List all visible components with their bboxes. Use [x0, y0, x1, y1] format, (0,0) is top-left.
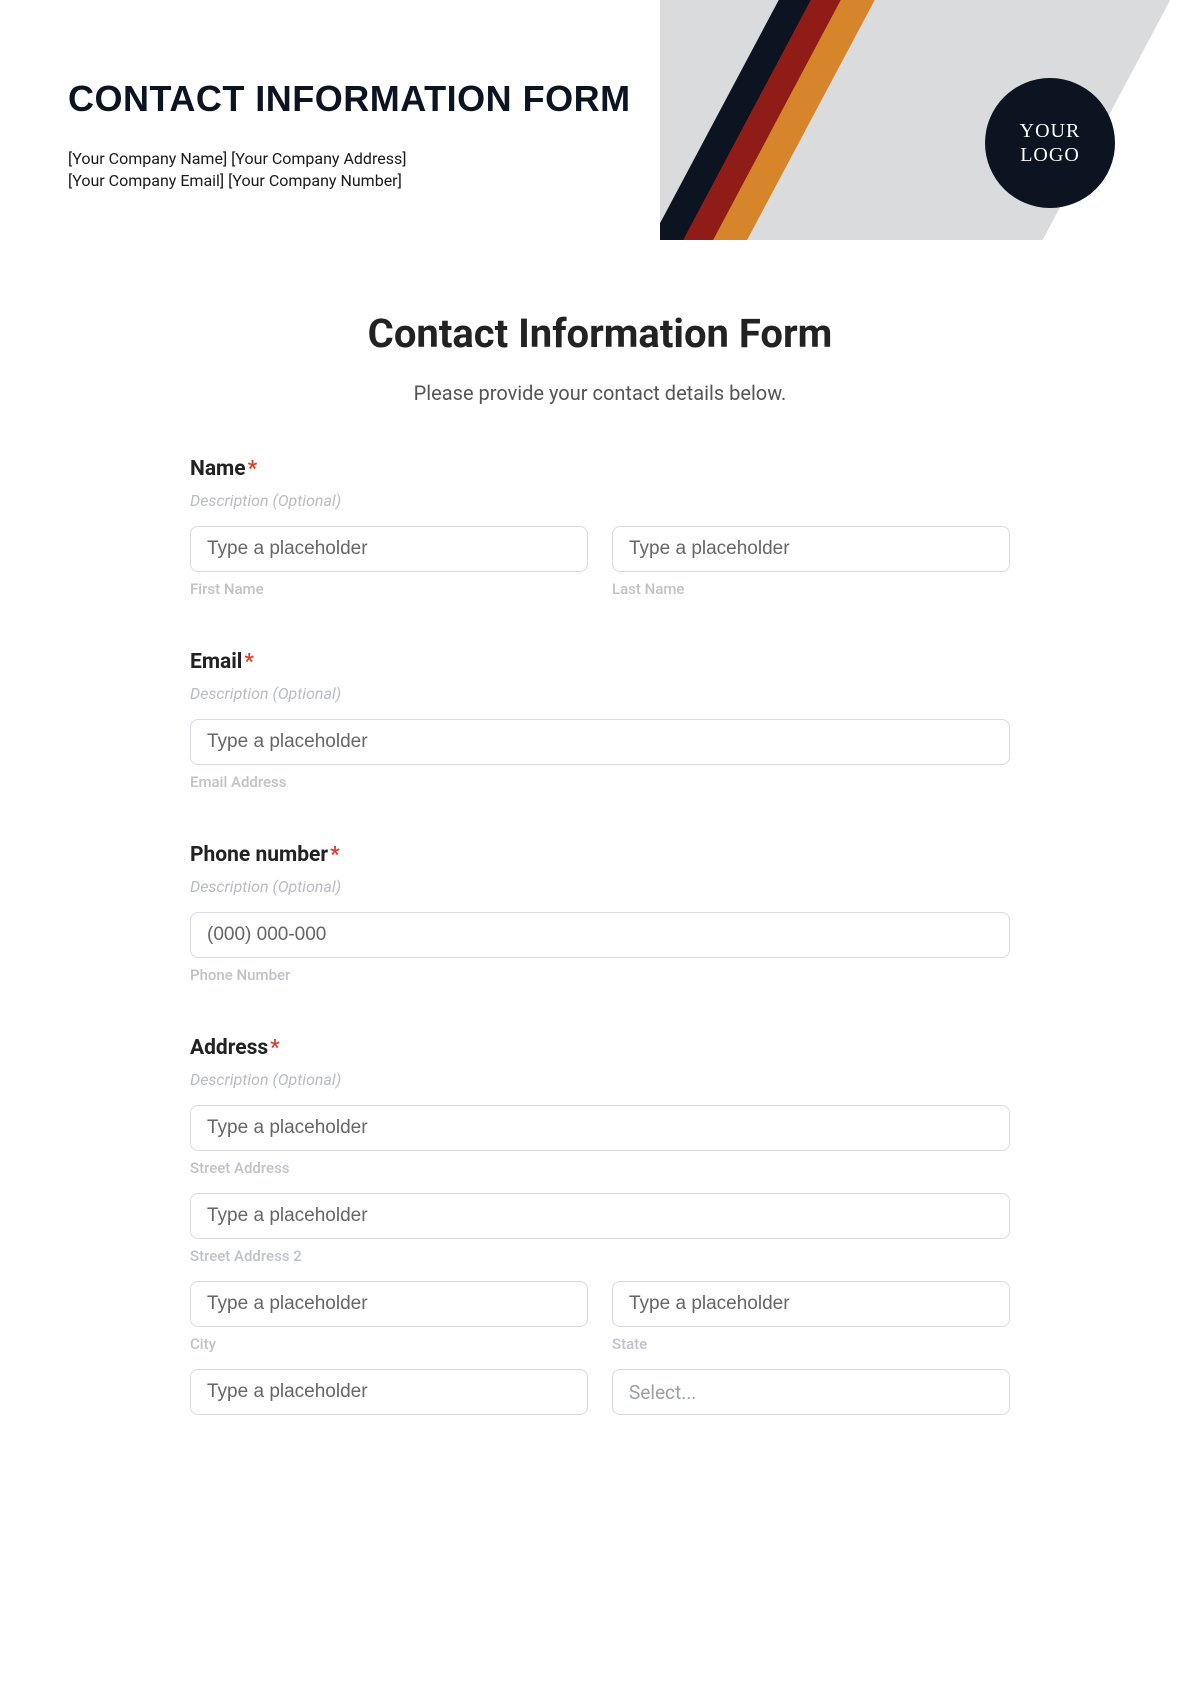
first-name-input[interactable]: [190, 526, 588, 572]
required-asterisk: *: [330, 843, 340, 867]
email-field-block: Email* Description (Optional) Email Addr…: [190, 650, 1010, 791]
email-sublabel: Email Address: [190, 773, 1010, 791]
name-description[interactable]: Description (Optional): [190, 491, 1010, 510]
logo-placeholder: YOUR LOGO: [985, 78, 1115, 208]
header-decoration: [660, 0, 1200, 240]
street-address-input[interactable]: [190, 1105, 1010, 1151]
city-sublabel: City: [190, 1335, 588, 1353]
document-header: CONTACT INFORMATION FORM [Your Company N…: [0, 0, 1200, 240]
country-select[interactable]: Select...: [612, 1369, 1010, 1415]
phone-description[interactable]: Description (Optional): [190, 877, 1010, 896]
street-address-2-sublabel: Street Address 2: [190, 1247, 1010, 1265]
address-label: Address*: [190, 1036, 1010, 1060]
company-line-1: [Your Company Name] [Your Company Addres…: [68, 148, 406, 170]
address-description[interactable]: Description (Optional): [190, 1070, 1010, 1089]
zip-input[interactable]: [190, 1369, 588, 1415]
email-description[interactable]: Description (Optional): [190, 684, 1010, 703]
select-placeholder-text: Select...: [629, 1381, 696, 1404]
state-input[interactable]: [612, 1281, 1010, 1327]
phone-sublabel: Phone Number: [190, 966, 1010, 984]
phone-input[interactable]: [190, 912, 1010, 958]
name-label: Name*: [190, 457, 1010, 481]
required-asterisk: *: [248, 457, 258, 481]
form-subtitle: Please provide your contact details belo…: [190, 381, 1010, 405]
name-field-block: Name* Description (Optional) First Name …: [190, 457, 1010, 598]
name-label-text: Name: [190, 457, 246, 481]
form-container: Contact Information Form Please provide …: [190, 310, 1010, 1415]
email-label-text: Email: [190, 650, 242, 674]
logo-text-1: YOUR: [1020, 119, 1081, 143]
form-title: Contact Information Form: [190, 310, 1010, 357]
last-name-input[interactable]: [612, 526, 1010, 572]
email-input[interactable]: [190, 719, 1010, 765]
phone-label: Phone number*: [190, 843, 1010, 867]
company-info: [Your Company Name] [Your Company Addres…: [68, 148, 406, 193]
street-address-sublabel: Street Address: [190, 1159, 1010, 1177]
city-input[interactable]: [190, 1281, 588, 1327]
street-address-2-input[interactable]: [190, 1193, 1010, 1239]
address-field-block: Address* Description (Optional) Street A…: [190, 1036, 1010, 1415]
required-asterisk: *: [244, 650, 254, 674]
first-name-sublabel: First Name: [190, 580, 588, 598]
logo-text-2: LOGO: [1020, 143, 1080, 167]
last-name-sublabel: Last Name: [612, 580, 1010, 598]
email-label: Email*: [190, 650, 1010, 674]
header-title: CONTACT INFORMATION FORM: [68, 78, 631, 120]
state-sublabel: State: [612, 1335, 1010, 1353]
company-line-2: [Your Company Email] [Your Company Numbe…: [68, 170, 406, 192]
required-asterisk: *: [270, 1036, 280, 1060]
phone-field-block: Phone number* Description (Optional) Pho…: [190, 843, 1010, 984]
phone-label-text: Phone number: [190, 843, 328, 867]
address-label-text: Address: [190, 1036, 268, 1060]
